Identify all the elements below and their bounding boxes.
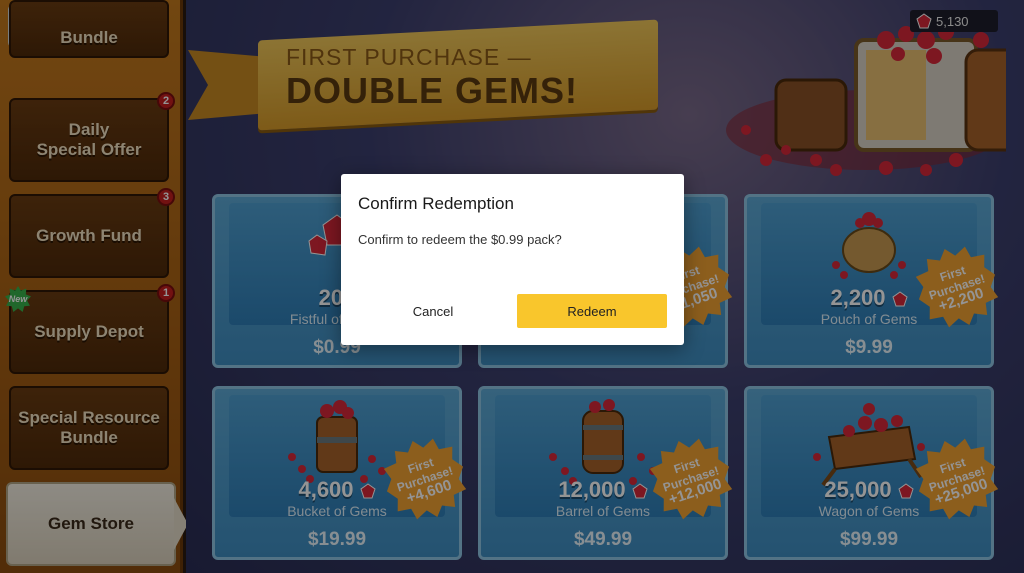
confirm-redemption-dialog: Confirm Redemption Confirm to redeem the… [341,174,684,345]
cancel-button[interactable]: Cancel [358,294,508,328]
redeem-button[interactable]: Redeem [517,294,667,328]
dialog-message: Confirm to redeem the $0.99 pack? [358,232,562,247]
dialog-title: Confirm Redemption [358,194,514,213]
